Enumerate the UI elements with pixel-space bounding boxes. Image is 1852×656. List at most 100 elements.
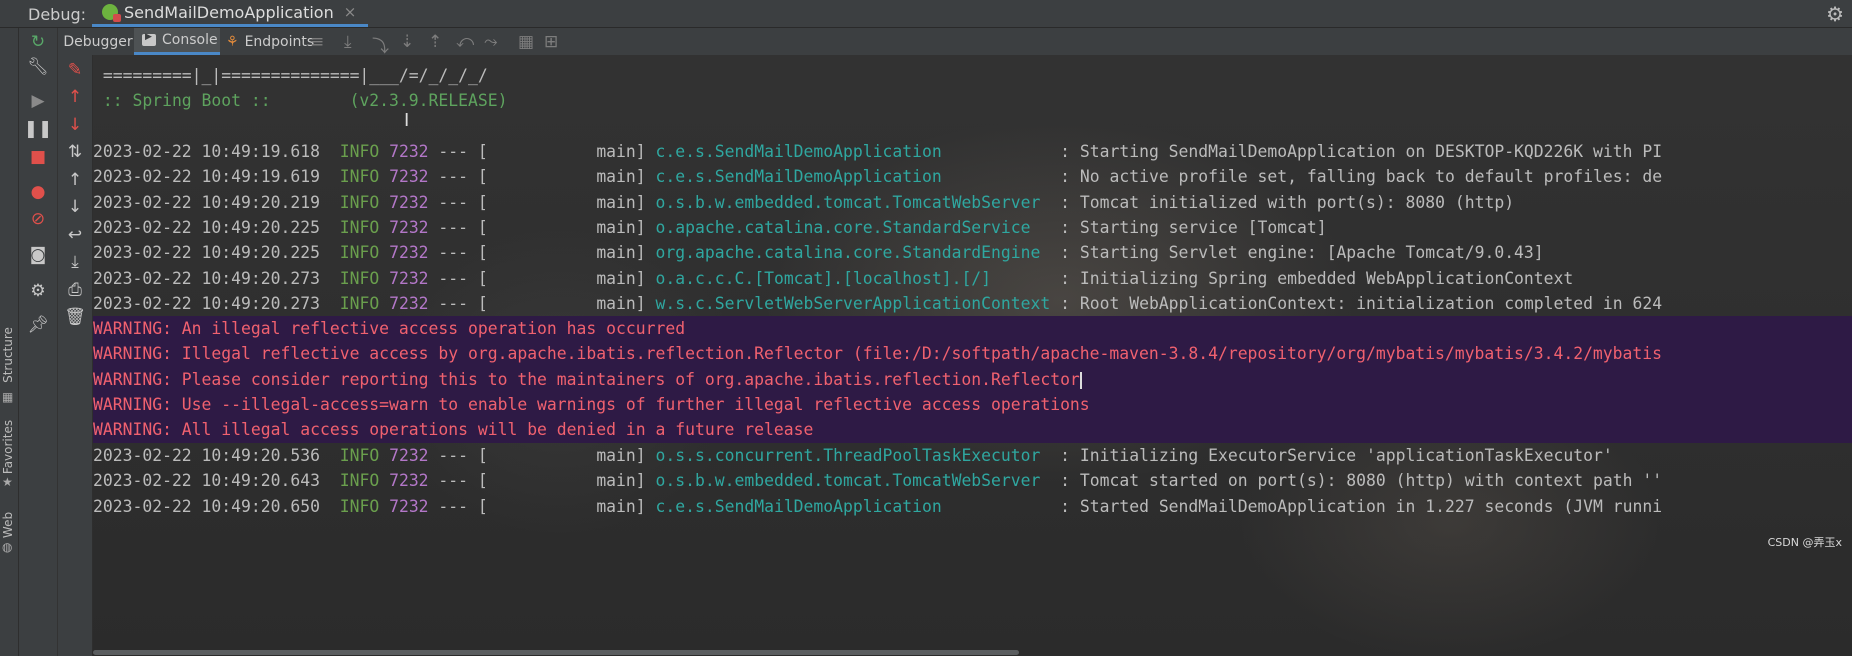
spring-boot-icon: [102, 4, 121, 22]
log-logger[interactable]: o.s.s.concurrent.ThreadPoolTaskExecutor: [656, 446, 1051, 465]
resume-icon[interactable]: ▶: [19, 90, 57, 112]
log-logger[interactable]: o.s.b.w.embedded.tomcat.TomcatWebServer: [656, 471, 1051, 490]
settings-icon[interactable]: ⚙: [19, 280, 57, 302]
log-line: 2023-02-22 10:49:20.225 INFO 7232 --- [ …: [93, 240, 1544, 265]
scroll-to-end-icon[interactable]: ⤓: [58, 251, 92, 273]
tab-debugger[interactable]: Debugger: [62, 28, 134, 55]
evaluate-icon[interactable]: ▦: [518, 32, 534, 52]
debug-title-bar: Debug: SendMailDemoApplication × ⚙: [0, 0, 1852, 28]
log-logger[interactable]: o.a.c.c.C.[Tomcat].[localhost].[/]: [656, 269, 1051, 288]
log-timestamp: 2023-02-22 10:49:20.650: [93, 496, 320, 516]
log-message: : Starting SendMailDemoApplication on DE…: [1050, 142, 1663, 161]
log-timestamp: 2023-02-22 10:49:20.643: [93, 471, 320, 491]
log-line: 2023-02-22 10:49:20.219 INFO 7232 --- [ …: [93, 190, 1514, 215]
trash-icon[interactable]: 🗑︎: [58, 306, 92, 328]
endpoints-icon: ⚘: [226, 33, 239, 50]
gear-icon[interactable]: ⚙: [1826, 2, 1844, 26]
log-level: INFO: [339, 268, 380, 288]
log-thread: --- [ main]: [428, 268, 656, 288]
tab-console[interactable]: Console: [134, 28, 220, 55]
down-arrow-icon[interactable]: ↓: [58, 114, 92, 136]
warning-line: WARNING: Please consider reporting this …: [93, 369, 1082, 389]
log-thread: --- [ main]: [428, 243, 656, 263]
log-pid: 7232: [389, 192, 429, 212]
log-logger[interactable]: w.s.c.ServletWebServerApplicationContext: [656, 294, 1051, 313]
structure-tab[interactable]: Structure: [1, 317, 15, 393]
log-message: : Initializing Spring embedded WebApplic…: [1050, 268, 1574, 288]
warning-block: WARNING: An illegal reflective access op…: [93, 316, 1852, 443]
structure-icon: ▦: [2, 390, 14, 404]
up-arrow-icon[interactable]: ↑: [58, 86, 92, 108]
log-level: INFO: [339, 496, 380, 516]
log-level: INFO: [339, 243, 380, 263]
log-line: 2023-02-22 10:49:19.618 INFO 7232 --- [ …: [93, 139, 1662, 164]
camera-icon[interactable]: ◙: [19, 244, 57, 266]
log-logger[interactable]: c.e.s.SendMailDemoApplication: [656, 167, 1051, 186]
drop-frame-icon[interactable]: ⤺: [456, 32, 474, 52]
log-level: INFO: [339, 217, 380, 237]
step-out-icon[interactable]: ⇡: [428, 32, 442, 52]
tab-debugger-label: Debugger: [63, 33, 133, 50]
run-config-tab[interactable]: SendMailDemoApplication ×: [92, 0, 369, 27]
globe-icon: ◍: [2, 540, 13, 554]
log-timestamp: 2023-02-22 10:49:20.219: [93, 192, 320, 212]
log-timestamp: 2023-02-22 10:49:20.225: [93, 217, 320, 237]
step-into-icon[interactable]: ⇣: [400, 32, 414, 52]
pin-icon[interactable]: 📌︎: [19, 314, 57, 336]
log-level: INFO: [339, 471, 380, 491]
log-line: 2023-02-22 10:49:20.643 INFO 7232 --- [ …: [93, 468, 1662, 493]
mute-breakpoints-icon[interactable]: ⊘: [19, 208, 57, 230]
log-timestamp: 2023-02-22 10:49:19.619: [93, 167, 320, 187]
tab-endpoints[interactable]: ⚘ Endpoints: [224, 28, 315, 55]
log-thread: --- [ main]: [428, 217, 656, 237]
stop-icon[interactable]: ■: [19, 146, 57, 168]
print-icon[interactable]: ⎙: [58, 279, 92, 301]
warning-line: WARNING: All illegal access operations w…: [93, 420, 814, 440]
rerun-icon[interactable]: ↻: [19, 31, 57, 53]
menu-icon[interactable]: ≡: [310, 32, 324, 52]
trace-icon[interactable]: ⊞: [544, 32, 558, 52]
wrench-icon[interactable]: 🔧︎: [19, 56, 57, 78]
clear-icon[interactable]: ✎: [58, 59, 92, 81]
debug-actions-toolbar: ↻ 🔧︎ ▶ ❚❚ ■ ● ⊘ ◙ ⚙ 📌︎: [19, 28, 58, 656]
up-trace-icon[interactable]: ↑: [58, 169, 92, 191]
console-side-toolbar: ✎ ↑ ↓ ⇅ ↑ ↓ ↩ ⤓ ⎙ 🗑︎: [58, 55, 93, 656]
log-pid: 7232: [389, 167, 429, 187]
log-timestamp: 2023-02-22 10:49:20.273: [93, 268, 320, 288]
log-message: : No active profile set, falling back to…: [1050, 167, 1663, 187]
down-trace-icon[interactable]: ↓: [58, 196, 92, 218]
log-message: : Root WebApplicationContext: initializa…: [1050, 293, 1663, 313]
tab-endpoints-label: Endpoints: [244, 33, 315, 50]
banner-line: =========|_|==============|___/=/_/_/_/: [93, 66, 488, 85]
warning-line: WARNING: Use --illegal-access=warn to en…: [93, 394, 1090, 414]
log-logger[interactable]: o.apache.catalina.core.StandardService: [656, 218, 1051, 237]
left-tool-strip: Structure ▦ Favorites ★ Web ◍: [0, 28, 19, 656]
run-to-cursor-icon[interactable]: ⤳: [484, 32, 498, 52]
favorites-tab[interactable]: Favorites: [1, 409, 15, 485]
log-logger[interactable]: c.e.s.SendMailDemoApplication: [656, 497, 1051, 516]
close-icon[interactable]: ×: [344, 3, 357, 21]
log-level: INFO: [339, 142, 380, 161]
horizontal-scrollbar[interactable]: [93, 648, 1852, 656]
log-logger[interactable]: org.apache.catalina.core.StandardEngine: [656, 243, 1051, 262]
log-pid: 7232: [389, 217, 429, 237]
spring-boot-version-line: :: Spring Boot :: (v2.3.9.RELEASE): [93, 91, 508, 110]
show-execution-point-icon[interactable]: ⤓: [344, 32, 352, 52]
scrollbar-thumb[interactable]: [93, 650, 1019, 655]
log-pid: 7232: [389, 243, 429, 263]
view-breakpoints-icon[interactable]: ●: [19, 181, 57, 203]
log-logger[interactable]: o.s.b.w.embedded.tomcat.TomcatWebServer: [656, 193, 1051, 212]
pause-icon[interactable]: ❚❚: [19, 118, 57, 140]
log-thread: --- [ main]: [428, 496, 656, 516]
tab-console-label: Console: [162, 32, 218, 48]
log-pid: 7232: [389, 268, 429, 288]
console-output[interactable]: =========|_|==============|___/=/_/_/_/ …: [93, 56, 1852, 656]
watermark: CSDN @弄玉x: [1767, 536, 1842, 549]
sort-icon[interactable]: ⇅: [58, 141, 92, 163]
step-over-icon[interactable]: ⤵: [372, 32, 389, 57]
log-pid: 7232: [389, 471, 429, 491]
soft-wrap-icon[interactable]: ↩: [58, 224, 92, 246]
log-logger[interactable]: c.e.s.SendMailDemoApplication: [656, 142, 1051, 161]
debug-label: Debug:: [28, 5, 87, 24]
log-message: : Tomcat initialized with port(s): 8080 …: [1050, 192, 1515, 212]
